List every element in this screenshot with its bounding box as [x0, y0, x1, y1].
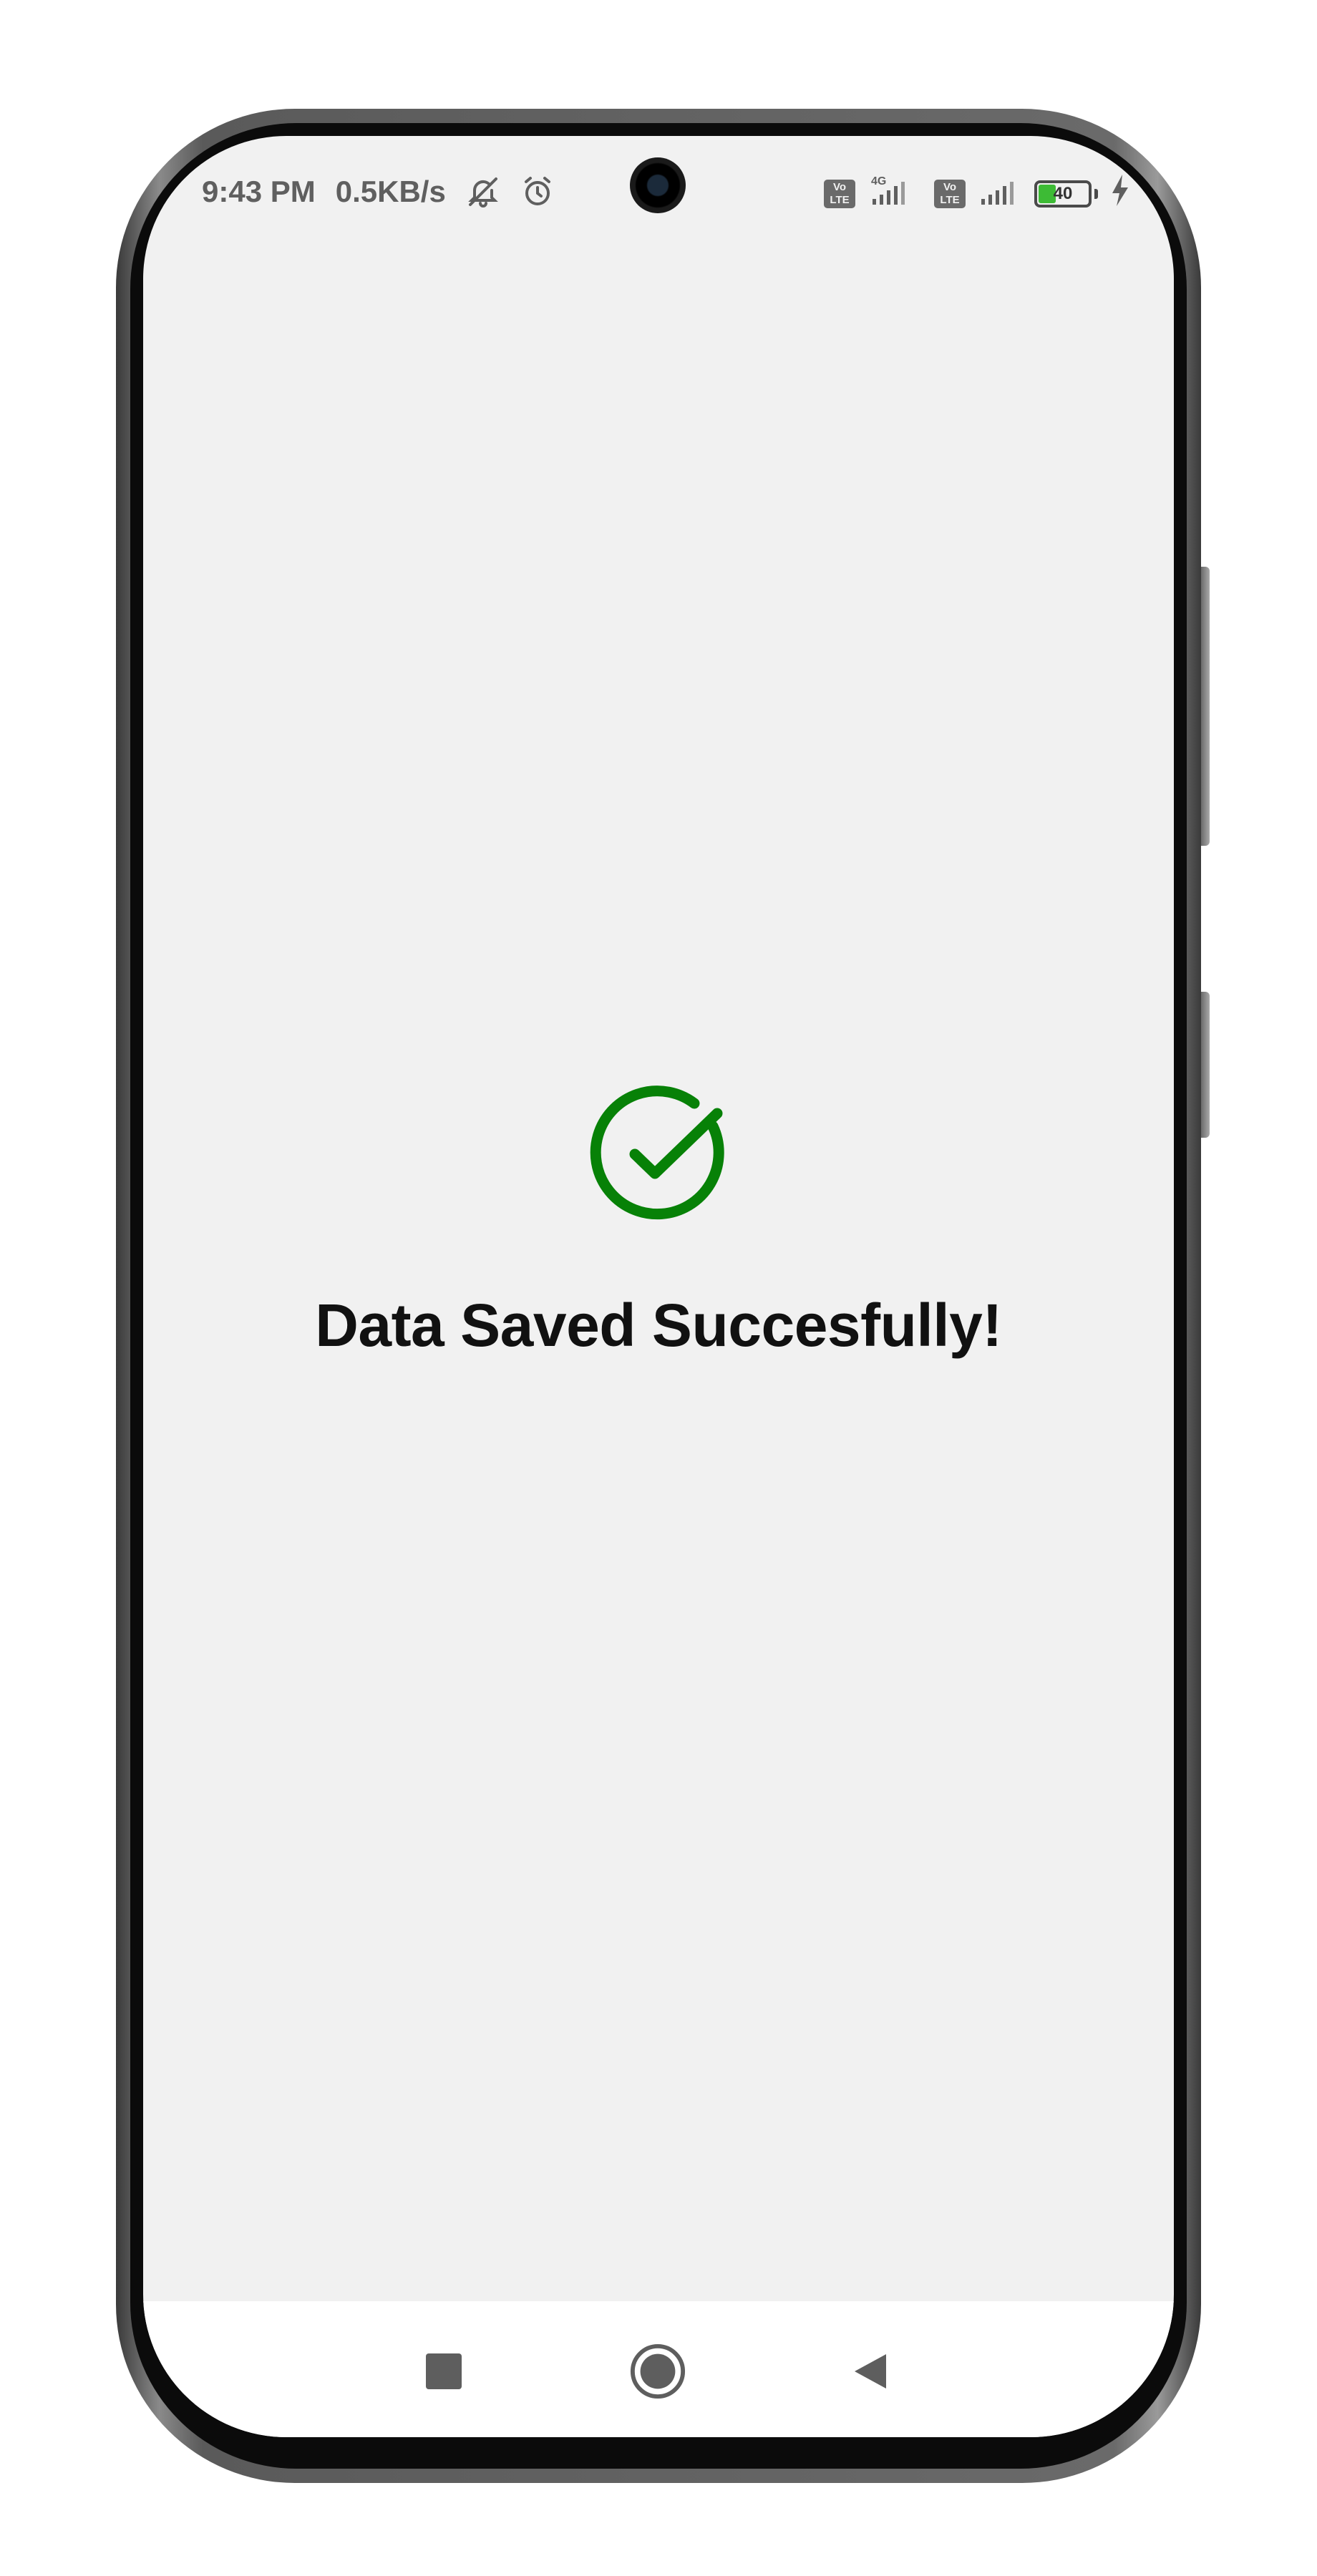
- recent-apps-button[interactable]: [415, 2343, 472, 2400]
- status-right: Vo LTE 4G Vo LTE 40: [824, 173, 1131, 215]
- battery-icon: 40: [1034, 180, 1092, 208]
- screen: 9:43 PM 0.5KB/s Vo LTE 4G Vo LTE 40 Data…: [143, 136, 1174, 2437]
- signal-4g-icon: 4G: [868, 173, 921, 215]
- alarm-icon: [520, 175, 555, 209]
- check-circle-icon: [590, 1085, 724, 1220]
- home-button[interactable]: [629, 2343, 686, 2400]
- volte-icon-sim2: Vo LTE: [934, 180, 966, 208]
- navigation-bar: [143, 2301, 1174, 2437]
- home-circle-icon: [630, 2343, 686, 2399]
- back-triangle-icon: [855, 2354, 886, 2389]
- signal-icon: [978, 173, 1021, 215]
- svg-text:4G: 4G: [871, 175, 886, 187]
- back-button[interactable]: [842, 2343, 899, 2400]
- charging-icon: [1111, 175, 1131, 213]
- power-button: [1201, 992, 1210, 1138]
- square-icon: [426, 2353, 462, 2389]
- volte-icon: Vo LTE: [824, 180, 855, 208]
- front-camera: [630, 157, 686, 213]
- success-message: Data Saved Succesfully!: [315, 1292, 1002, 1359]
- success-panel: Data Saved Succesfully!: [143, 1080, 1174, 1360]
- battery-level: 40: [1053, 184, 1073, 203]
- notifications-off-icon: [466, 175, 500, 209]
- status-time: 9:43 PM: [202, 175, 316, 208]
- network-speed: 0.5KB/s: [335, 175, 446, 208]
- volume-button: [1201, 567, 1210, 846]
- battery-tip: [1094, 189, 1098, 199]
- status-left: 9:43 PM 0.5KB/s: [202, 175, 555, 209]
- status-bar: 9:43 PM 0.5KB/s Vo LTE 4G Vo LTE 40: [143, 136, 1174, 243]
